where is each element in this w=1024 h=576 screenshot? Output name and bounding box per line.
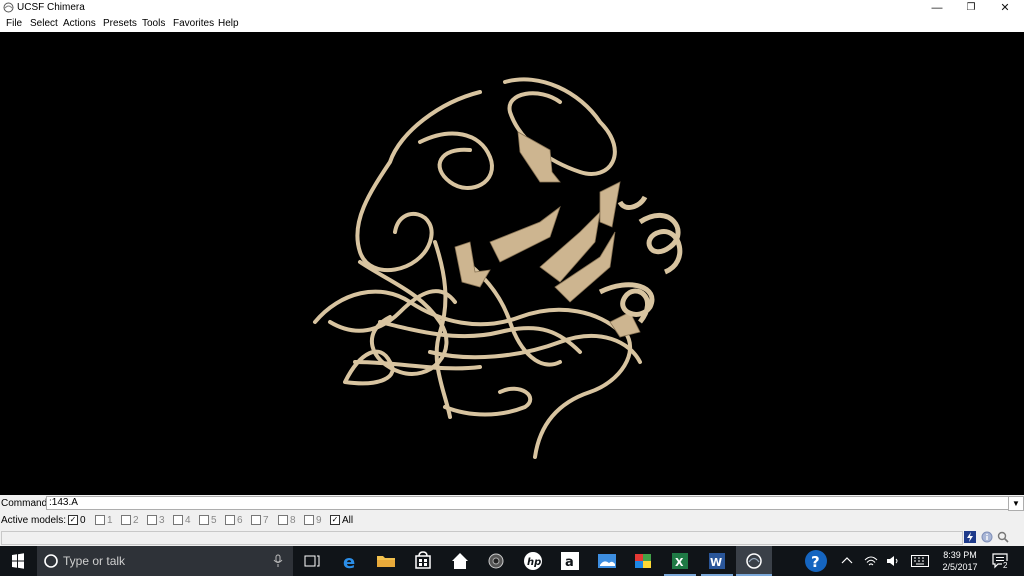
weather-photos-icon[interactable] <box>589 546 625 576</box>
help-question-icon[interactable]: ? <box>798 546 834 576</box>
svg-text:?: ? <box>811 553 820 571</box>
magnifier-icon[interactable] <box>997 531 1009 543</box>
active-models-row: Active models: ✓ 0 1 2 3 4 5 6 7 8 9 ✓ All <box>0 512 1024 528</box>
protein-ribbon-model[interactable] <box>0 32 1024 495</box>
restore-button[interactable]: ❐ <box>954 0 988 16</box>
status-row <box>0 530 1024 546</box>
task-view-icon[interactable] <box>294 546 330 576</box>
command-label: Command: <box>1 498 50 509</box>
active-models-label: Active models: <box>1 515 67 526</box>
file-explorer-icon[interactable] <box>368 546 404 576</box>
chevron-up-icon[interactable] <box>840 554 854 568</box>
menu-file[interactable]: File <box>6 18 22 29</box>
hp-logo-icon[interactable]: hp <box>515 546 551 576</box>
store-icon[interactable] <box>405 546 441 576</box>
model-3-label: 3 <box>159 515 165 526</box>
graphics-viewport[interactable] <box>0 32 1024 495</box>
volume-icon[interactable] <box>886 554 900 568</box>
menu-actions[interactable]: Actions <box>63 18 96 29</box>
command-input-value: :143.A <box>49 497 78 508</box>
menu-help[interactable]: Help <box>218 18 239 29</box>
svg-text:hp: hp <box>527 557 541 568</box>
status-line <box>1 531 963 545</box>
checkbox-box: ✓ <box>330 515 340 525</box>
checkbox-box <box>121 515 131 525</box>
window-title: UCSF Chimera <box>17 2 85 13</box>
command-history-dropdown[interactable]: ▼ <box>1008 496 1024 511</box>
clock-date: 2/5/2017 <box>942 562 978 572</box>
taskbar-search-input[interactable]: Type or talk <box>37 546 293 576</box>
model-6-label: 6 <box>237 515 243 526</box>
checkbox-box <box>225 515 235 525</box>
microphone-icon[interactable] <box>273 554 283 568</box>
menu-bar: File Select Actions Presets Tools Favori… <box>0 16 1024 32</box>
menu-select[interactable]: Select <box>30 18 58 29</box>
minimize-button[interactable]: — <box>920 0 954 16</box>
checkbox-box <box>199 515 209 525</box>
windows-start-icon[interactable] <box>0 546 36 576</box>
taskbar: Type or talk e hp a X W ? 8:39 PM 2/5/20… <box>0 546 1024 576</box>
checkbox-box: ✓ <box>68 515 78 525</box>
chimera-taskbar-icon[interactable] <box>736 546 772 576</box>
menu-presets[interactable]: Presets <box>103 18 137 29</box>
checkbox-box <box>304 515 314 525</box>
svg-text:W: W <box>710 556 722 569</box>
checkbox-box <box>173 515 183 525</box>
close-button[interactable]: ✕ <box>988 0 1022 16</box>
checkbox-box <box>147 515 157 525</box>
menu-tools[interactable]: Tools <box>142 18 165 29</box>
model-7-label: 7 <box>263 515 269 526</box>
paint-app-icon[interactable] <box>625 546 661 576</box>
menu-favorites[interactable]: Favorites <box>173 18 214 29</box>
notification-count-badge: 2 <box>1002 561 1009 570</box>
chimera-app-icon <box>3 2 14 13</box>
title-bar: UCSF Chimera — ❐ ✕ <box>0 0 1024 16</box>
info-icon[interactable] <box>981 531 993 543</box>
model-2-label: 2 <box>133 515 139 526</box>
model-5-label: 5 <box>211 515 217 526</box>
svg-text:e: e <box>343 552 355 573</box>
edge-browser-icon[interactable]: e <box>332 546 368 576</box>
clock-time: 8:39 PM <box>943 550 977 560</box>
home-icon[interactable] <box>442 546 478 576</box>
model-1-label: 1 <box>107 515 113 526</box>
checkbox-box <box>251 515 261 525</box>
command-input[interactable]: :143.A <box>46 496 1009 510</box>
lightning-icon[interactable] <box>964 531 976 543</box>
word-icon[interactable]: W <box>699 546 735 576</box>
model-8-label: 8 <box>290 515 296 526</box>
amazon-icon[interactable]: a <box>552 546 588 576</box>
model-all-label: All <box>342 515 354 526</box>
model-4-label: 4 <box>185 515 191 526</box>
model-9-label: 9 <box>316 515 322 526</box>
webcam-app-icon[interactable] <box>478 546 514 576</box>
excel-icon[interactable]: X <box>662 546 698 576</box>
taskbar-search-placeholder: Type or talk <box>63 554 126 568</box>
cortana-circle-icon <box>44 554 58 568</box>
keyboard-icon[interactable] <box>911 555 929 567</box>
svg-text:X: X <box>675 556 684 569</box>
command-row: Command: :143.A ▼ <box>0 495 1024 511</box>
checkbox-box <box>95 515 105 525</box>
wifi-icon[interactable] <box>864 554 878 568</box>
system-clock[interactable]: 8:39 PM 2/5/2017 <box>936 549 984 573</box>
checkbox-box <box>278 515 288 525</box>
model-0-label: 0 <box>80 515 86 526</box>
svg-text:a: a <box>565 555 574 570</box>
